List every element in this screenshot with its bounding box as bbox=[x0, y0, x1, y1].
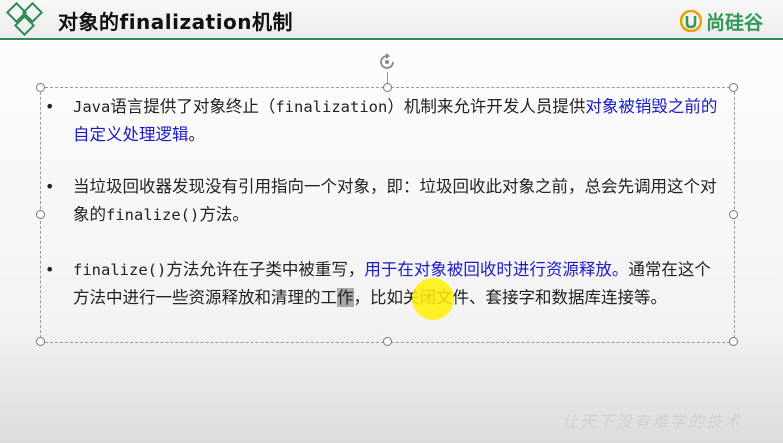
page-title: 对象的finalization机制 bbox=[58, 10, 294, 34]
rotate-handle-icon[interactable] bbox=[376, 51, 398, 73]
bullet-text: 当垃圾回收器发现没有引用指向一个对象，即：垃圾回收此对象之前，总会先调用这个对象… bbox=[73, 173, 725, 229]
cursor-highlight bbox=[412, 278, 454, 320]
brand-name: 尚硅谷 bbox=[706, 11, 764, 34]
resize-handle-bottom-right[interactable] bbox=[729, 337, 738, 346]
bullet-text-run: 语言提供了对象终止（ bbox=[110, 97, 276, 116]
bullet-text-run: 作 bbox=[337, 288, 354, 307]
bullet-text-run: finalize() bbox=[73, 261, 167, 279]
bullet-text-run: 方法允许在子类中被重写， bbox=[166, 260, 365, 279]
bullet-symbol: • bbox=[45, 177, 55, 196]
resize-handle-top-left[interactable] bbox=[36, 83, 45, 92]
bullet-text-run: 用于在对象被回收时进行资源释放。 bbox=[364, 260, 629, 279]
resize-handle-middle-left[interactable] bbox=[36, 210, 45, 219]
bullet-text-run: finalize() bbox=[106, 206, 200, 224]
watermark-text: 让天下没有难学的技术 bbox=[562, 412, 743, 431]
bullet-text-run: Java bbox=[73, 98, 111, 116]
bullet-item[interactable]: • finalize()方法允许在子类中被重写，用于在对象被回收时进行资源释放。… bbox=[45, 256, 725, 312]
bullet-text-run: 。 bbox=[188, 125, 206, 144]
bullet-symbol: • bbox=[45, 97, 55, 116]
diamond-squares-icon bbox=[5, 2, 44, 37]
resize-handle-middle-right[interactable] bbox=[729, 210, 738, 219]
resize-handle-bottom-middle[interactable] bbox=[383, 337, 392, 346]
bullet-text: Java语言提供了对象终止（finalization）机制来允许开发人员提供对象… bbox=[73, 93, 725, 149]
bullet-text-run: 方法。 bbox=[199, 205, 249, 224]
bullet-text: finalize()方法允许在子类中被重写，用于在对象被回收时进行资源释放。通常… bbox=[73, 256, 725, 312]
bullet-text-run: finalization bbox=[275, 98, 388, 116]
resize-handle-bottom-left[interactable] bbox=[36, 337, 45, 346]
slide-header: 对象的finalization机制 尚硅谷 bbox=[0, 0, 783, 40]
shangguigu-logo-icon bbox=[680, 10, 702, 32]
bullet-symbol: • bbox=[45, 260, 55, 279]
bullet-text-run: ，比如关闭文件、套接字和数据库连接等。 bbox=[353, 288, 668, 307]
resize-handle-top-right[interactable] bbox=[729, 83, 738, 92]
brand-logo: 尚硅谷 bbox=[680, 8, 763, 34]
resize-handle-top-middle[interactable] bbox=[383, 83, 392, 92]
bullet-item[interactable]: • 当垃圾回收器发现没有引用指向一个对象，即：垃圾回收此对象之前，总会先调用这个… bbox=[45, 173, 725, 229]
bullet-text-run: ）机制来允许开发人员提供 bbox=[387, 97, 586, 116]
bullet-item[interactable]: • Java语言提供了对象终止（finalization）机制来允许开发人员提供… bbox=[45, 93, 725, 149]
